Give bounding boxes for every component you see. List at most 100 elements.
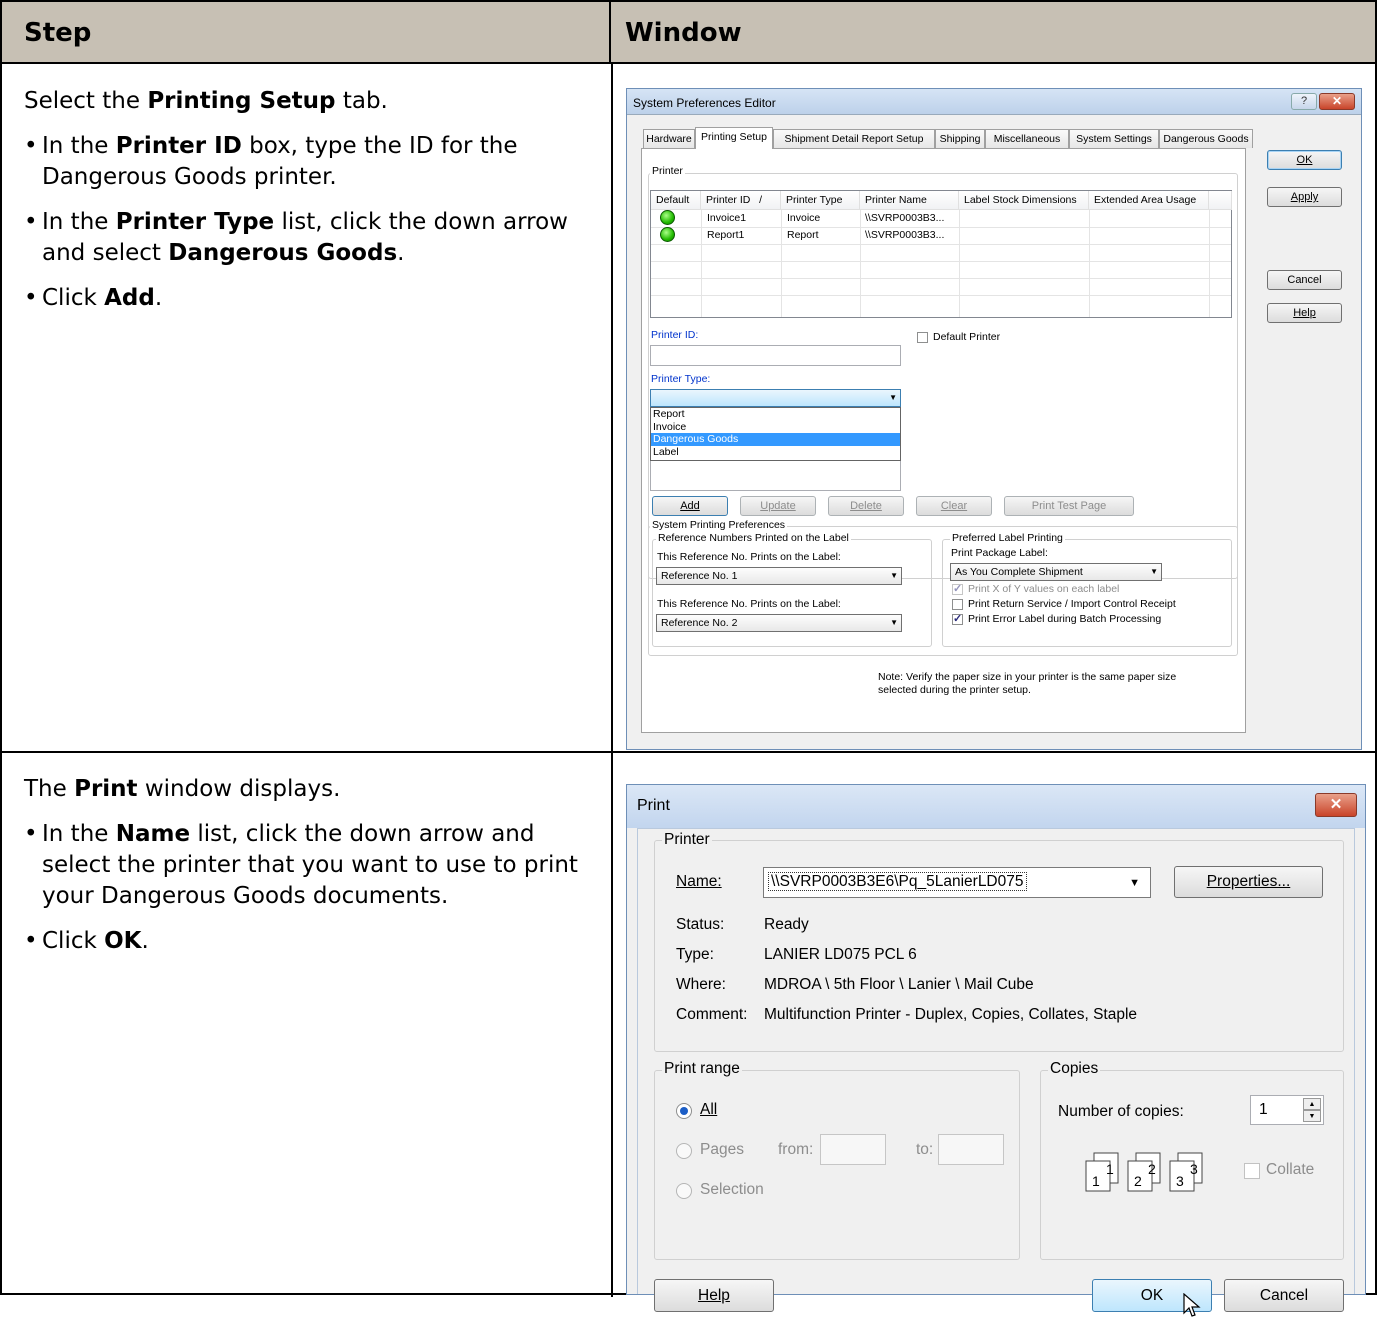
print-return-service-label: Print Return Service / Import Control Re… [968, 598, 1176, 610]
reference-1-label: This Reference No. Prints on the Label: [657, 551, 841, 563]
printer-type-label: Printer Type: [651, 373, 711, 385]
help-icon[interactable]: ? [1291, 93, 1317, 110]
printer-id-label: Printer ID: [651, 329, 699, 341]
collate-checkbox[interactable] [1244, 1163, 1260, 1179]
printer-name-select[interactable]: \\SVRP0003B3E6\Pq_5LanierLD075 ▼ [763, 867, 1151, 898]
printer-type-list-area [650, 461, 901, 491]
col-label-stock[interactable]: Label Stock Dimensions [959, 191, 1089, 210]
spin-up-icon[interactable]: ▲ [1303, 1098, 1321, 1110]
delete-button[interactable]: Delete [828, 496, 904, 516]
print-package-label-select[interactable]: As You Complete Shipment ▼ [950, 563, 1162, 581]
grid-line [651, 295, 1231, 296]
step-2-text: The Print window displays. In the Name l… [24, 774, 599, 971]
cell-printer-name: \\SVRP0003B3... [865, 229, 945, 241]
col-extended-area[interactable]: Extended Area Usage [1089, 191, 1209, 210]
col-default[interactable]: Default [651, 191, 701, 210]
print-dialog: Print ✕ Printer Name: \\SVRP0003B3E6\Pq_… [626, 784, 1366, 1317]
collate-pages-icon: 11 22 33 [1085, 1152, 1203, 1192]
window-column-header: Window [611, 2, 1375, 64]
to-input[interactable] [938, 1134, 1004, 1165]
mouse-cursor-icon [1183, 1293, 1201, 1317]
apply-button[interactable]: Apply [1267, 187, 1342, 207]
note-line-2: selected during the printer setup. [878, 684, 1031, 696]
pages-radio[interactable] [676, 1143, 692, 1159]
tab-hardware[interactable]: Hardware [643, 129, 695, 148]
default-printer-checkbox[interactable] [917, 332, 928, 343]
print-range-label: Print range [662, 1060, 742, 1078]
add-button[interactable]: Add [652, 496, 728, 516]
copies-spinner[interactable]: 1 ▲ ▼ [1250, 1095, 1324, 1125]
option-dangerous-goods[interactable]: Dangerous Goods [651, 433, 900, 446]
print-dialog-body: Printer Name: \\SVRP0003B3E6\Pq_5LanierL… [637, 828, 1355, 1317]
printer-list[interactable]: Default Printer ID / Printer Type Printe… [650, 190, 1232, 318]
note-line-1: Note: Verify the paper size in your prin… [878, 671, 1177, 683]
status-label: Status: [676, 916, 725, 933]
cell-printer-name: \\SVRP0003B3... [865, 212, 945, 224]
copies-label: Copies [1048, 1060, 1101, 1078]
reference-1-select[interactable]: Reference No. 1 ▼ [656, 567, 902, 585]
dialog-title: Print [637, 797, 670, 814]
cell-printer-id: Invoice1 [707, 212, 747, 224]
option-label[interactable]: Label [651, 446, 900, 459]
col-printer-name[interactable]: Printer Name [860, 191, 959, 210]
close-icon[interactable]: ✕ [1319, 93, 1355, 110]
printer-type-select[interactable]: ▼ [650, 389, 901, 407]
cancel-button[interactable]: Cancel [1267, 270, 1342, 290]
help-button[interactable]: Help [654, 1279, 774, 1312]
print-range-group [654, 1070, 1020, 1260]
step-2-intro: The Print window displays. [24, 776, 341, 802]
tab-system-settings[interactable]: System Settings [1069, 129, 1159, 148]
collate-label: Collate [1266, 1161, 1315, 1178]
step-column-header: Step [2, 2, 611, 64]
preferred-label-printing-label: Preferred Label Printing [950, 532, 1065, 544]
tab-dangerous-goods[interactable]: Dangerous Goods [1159, 129, 1253, 148]
printer-group-label: Printer [662, 831, 712, 849]
col-printer-type[interactable]: Printer Type [781, 191, 860, 210]
from-input[interactable] [820, 1134, 886, 1165]
step-1-bullet-2: In the Printer Type list, click the down… [24, 207, 599, 269]
properties-button[interactable]: Properties... [1174, 866, 1323, 898]
reference-2-select[interactable]: Reference No. 2 ▼ [656, 614, 902, 632]
option-invoice[interactable]: Invoice [651, 421, 900, 434]
selection-label: Selection [700, 1181, 764, 1198]
print-error-label-checkbox[interactable] [952, 612, 963, 625]
grid-line [651, 227, 1231, 228]
step-1-bullet-3: Click Add. [24, 283, 599, 314]
close-icon[interactable]: ✕ [1315, 793, 1357, 817]
name-label: Name: [676, 873, 722, 890]
step-1-intro: Select the Printing Setup tab. [24, 88, 388, 114]
spin-down-icon[interactable]: ▼ [1303, 1110, 1321, 1122]
print-error-label-label: Print Error Label during Batch Processin… [968, 613, 1162, 625]
printer-group-label: Printer [650, 165, 685, 177]
ok-button[interactable]: OK [1267, 150, 1342, 170]
all-radio[interactable] [676, 1103, 692, 1119]
default-status-icon [660, 210, 675, 225]
printer-type-dropdown-list: Report Invoice Dangerous Goods Label [650, 407, 901, 461]
selection-radio[interactable] [676, 1183, 692, 1199]
tab-shipping[interactable]: Shipping [935, 129, 985, 148]
print-test-page-button[interactable]: Print Test Page [1004, 496, 1134, 516]
grid-line [651, 278, 1231, 279]
tab-printing-setup[interactable]: Printing Setup [695, 127, 773, 149]
printer-id-input[interactable] [650, 345, 901, 366]
help-button[interactable]: Help [1267, 303, 1342, 323]
chevron-down-icon: ▼ [1129, 877, 1140, 889]
tab-miscellaneous[interactable]: Miscellaneous [985, 129, 1069, 148]
col-filler [1209, 191, 1232, 210]
all-label: All [700, 1101, 718, 1118]
tab-shipment-detail-report-setup[interactable]: Shipment Detail Report Setup [773, 129, 935, 148]
cell-printer-type: Invoice [787, 212, 821, 224]
comment-value: Multifunction Printer - Duplex, Copies, … [764, 1006, 1138, 1023]
col-printer-id[interactable]: Printer ID / [701, 191, 781, 210]
option-report[interactable]: Report [651, 408, 900, 421]
title-bar: System Preferences Editor ? ✕ [627, 89, 1361, 115]
title-bar: Print ✕ [627, 785, 1365, 828]
cancel-button[interactable]: Cancel [1224, 1279, 1344, 1312]
step-1-bullet-1: In the Printer ID box, type the ID for t… [24, 131, 599, 193]
svg-text:2: 2 [1134, 1173, 1142, 1189]
clear-button[interactable]: Clear [916, 496, 992, 516]
where-value: MDROA \ 5th Floor \ Lanier \ Mail Cube [764, 976, 1034, 993]
print-return-service-checkbox[interactable] [952, 599, 963, 610]
update-button[interactable]: Update [740, 496, 816, 516]
print-x-of-y-checkbox[interactable] [952, 582, 963, 595]
